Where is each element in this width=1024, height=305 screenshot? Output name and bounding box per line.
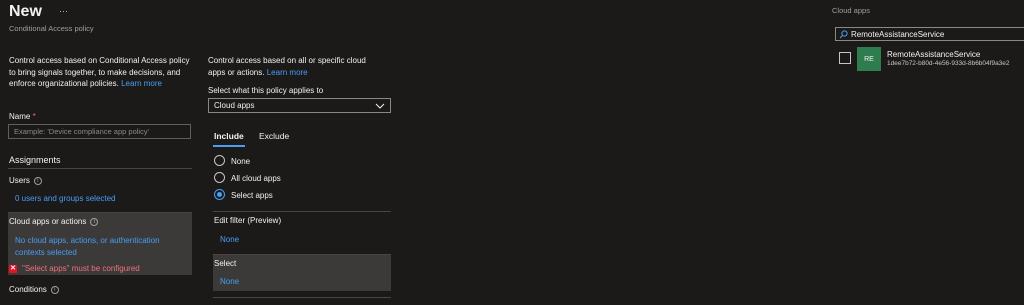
middle-learn-more-link[interactable]: Learn more xyxy=(267,68,308,77)
radio-all-cloud-apps-label: All cloud apps xyxy=(231,174,281,183)
cloud-apps-panel-heading: Cloud apps xyxy=(832,6,870,15)
conditions-label-text: Conditions xyxy=(9,285,47,294)
edit-filter-label: Edit filter (Preview) xyxy=(214,216,282,225)
error-text: "Select apps" must be configured xyxy=(22,264,140,273)
page-subtitle: Conditional Access policy xyxy=(9,24,94,33)
cloud-apps-value-link[interactable]: No cloud apps, actions, or authenticatio… xyxy=(15,235,180,259)
search-icon xyxy=(839,29,848,38)
radio-none-label: None xyxy=(231,157,251,166)
middle-divider-3 xyxy=(213,297,391,298)
left-learn-more-link[interactable]: Learn more xyxy=(121,79,162,88)
app-search-box[interactable]: RemoteAssistanceService xyxy=(835,27,1024,41)
select-value-link[interactable]: None xyxy=(220,277,239,286)
cloud-apps-label: Cloud apps or actions i xyxy=(9,217,99,226)
app-list-item[interactable]: RE RemoteAssistanceService 1dee7b72-b80d… xyxy=(835,45,1024,72)
radio-all-cloud-apps[interactable] xyxy=(214,172,225,183)
cloud-apps-section[interactable]: Cloud apps or actions i No cloud apps, ac… xyxy=(8,213,192,275)
tab-include-underline xyxy=(213,145,245,147)
required-mark: * xyxy=(32,112,36,121)
conditions-label: Conditions i xyxy=(9,285,59,294)
dropdown-value: Cloud apps xyxy=(214,101,255,110)
search-input-value: RemoteAssistanceService xyxy=(851,29,945,39)
tab-exclude[interactable]: Exclude xyxy=(259,131,289,141)
more-options-button[interactable]: ··· xyxy=(59,6,68,16)
radio-select-apps-label: Select apps xyxy=(231,191,273,200)
tab-include[interactable]: Include xyxy=(214,131,244,141)
info-icon: i xyxy=(90,217,99,226)
left-description: Control access based on Conditional Acce… xyxy=(9,55,194,90)
policy-applies-dropdown[interactable]: Cloud apps xyxy=(208,98,391,113)
app-name: RemoteAssistanceService xyxy=(887,50,981,59)
assignments-heading: Assignments xyxy=(9,155,61,165)
name-input[interactable] xyxy=(8,124,191,139)
edit-filter-value-link[interactable]: None xyxy=(220,235,239,244)
users-label: Users i xyxy=(9,176,42,185)
select-apps-section[interactable]: Select None xyxy=(213,255,391,291)
error-message: ✕ "Select apps" must be configured xyxy=(9,264,140,273)
assignments-divider xyxy=(8,168,192,169)
users-value-link[interactable]: 0 users and groups selected xyxy=(15,194,116,203)
cloud-apps-label-text: Cloud apps or actions xyxy=(9,217,87,226)
middle-description: Control access based on all or specific … xyxy=(208,55,373,78)
page-title: New xyxy=(9,3,42,20)
left-description-text: Control access based on Conditional Acce… xyxy=(9,56,190,88)
users-label-text: Users xyxy=(9,176,30,185)
app-id: 1dee7b72-b80d-4e56-933d-8b6b04f9a3e2 xyxy=(887,60,1010,67)
app-avatar: RE xyxy=(857,47,881,71)
chevron-down-icon xyxy=(375,103,385,109)
radio-select-apps[interactable] xyxy=(214,189,225,200)
select-heading: Select xyxy=(214,259,237,268)
radio-none[interactable] xyxy=(214,155,225,166)
app-avatar-initials: RE xyxy=(864,55,874,63)
info-icon: i xyxy=(50,285,59,294)
tab-exclude-label: Exclude xyxy=(259,131,290,141)
error-icon: ✕ xyxy=(9,264,17,273)
policy-applies-label: Select what this policy applies to xyxy=(208,86,324,95)
tab-include-label: Include xyxy=(214,131,244,141)
name-label-text: Name xyxy=(9,112,31,121)
info-icon: i xyxy=(33,176,42,185)
name-label: Name * xyxy=(9,112,36,121)
app-checkbox[interactable] xyxy=(839,52,851,64)
middle-divider-1 xyxy=(213,211,391,212)
